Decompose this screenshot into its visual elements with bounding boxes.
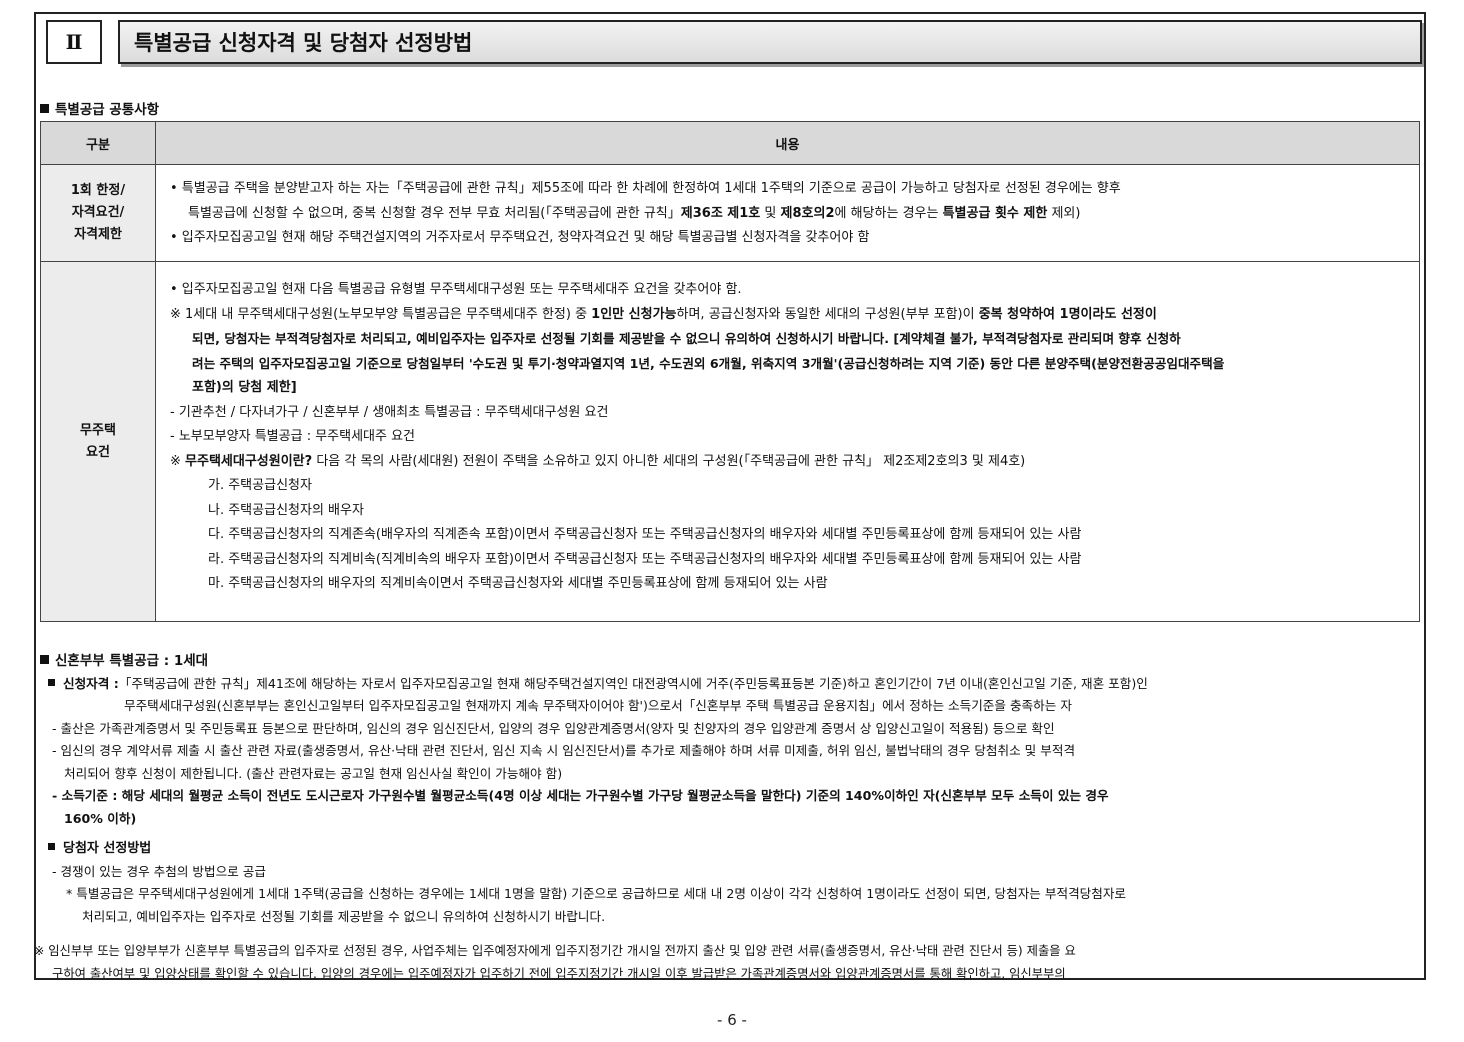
square-bullet-icon: [40, 104, 49, 113]
header-content: 내용: [155, 121, 1420, 165]
list-item: 마. 주택공급신청자의 배우자의 직계비속이면서 주택공급신청자와 세대별 주민…: [208, 576, 828, 591]
newlywed-section: 신혼부부 특별공급 : 1세대 신청자격 :「주택공급에 관한 규칙」제41조에…: [36, 650, 1420, 978]
section-title: 특별공급 신청자격 및 당첨자 선정방법: [118, 20, 1422, 64]
selection-heading: 당첨자 선정방법: [40, 838, 1420, 861]
bullet-icon: [48, 678, 55, 686]
bullet-icon: [48, 843, 55, 850]
common-heading: 특별공급 공통사항: [40, 98, 159, 118]
row1-content: • 특별공급 주택을 분양받고자 하는 자는「주택공급에 관한 규칙」제55조에…: [155, 164, 1420, 262]
section-number: Ⅱ: [46, 20, 102, 64]
table-header-row: 구분 내용: [40, 121, 1420, 165]
newlywed-heading: 신혼부부 특별공급 : 1세대: [40, 650, 1420, 673]
header-category: 구분: [40, 121, 156, 165]
common-requirements-table: 구분 내용 1회 한정/ 자격요건/ 자격제한 • 특별공급 주택을 분양받고자…: [40, 121, 1420, 622]
common-heading-text: 특별공급 공통사항: [55, 102, 160, 118]
list-item: 라. 주택공급신청자의 직계비속(직계비속의 배우자 포함)이면서 주택공급신청…: [208, 551, 1082, 567]
page-number: - 6 -: [717, 1011, 747, 1029]
square-bullet-icon: [40, 655, 49, 664]
list-item: 다. 주택공급신청자의 직계존속(배우자의 직계존속 포함)이면서 주택공급신청…: [208, 527, 1082, 542]
row2-category: 무주택 요건: [40, 261, 156, 622]
row2-content: • 입주자모집공고일 현재 다음 특별공급 유형별 무주택세대구성원 또는 무주…: [155, 261, 1420, 622]
table-row: 무주택 요건 • 입주자모집공고일 현재 다음 특별공급 유형별 무주택세대구성…: [40, 261, 1420, 622]
row1-category: 1회 한정/ 자격요건/ 자격제한: [40, 164, 156, 262]
qualification-line: 신청자격 :「주택공급에 관한 규칙」제41조에 해당하는 자로서 입주자모집공…: [40, 673, 1420, 696]
table-row: 1회 한정/ 자격요건/ 자격제한 • 특별공급 주택을 분양받고자 하는 자는…: [40, 164, 1420, 262]
list-item: 가. 주택공급신청자: [208, 478, 312, 493]
document-frame: Ⅱ 특별공급 신청자격 및 당첨자 선정방법 특별공급 공통사항 구분 내용 1…: [34, 12, 1426, 980]
list-item: 나. 주택공급신청자의 배우자: [208, 502, 364, 518]
section-header: Ⅱ 특별공급 신청자격 및 당첨자 선정방법: [46, 20, 1422, 68]
